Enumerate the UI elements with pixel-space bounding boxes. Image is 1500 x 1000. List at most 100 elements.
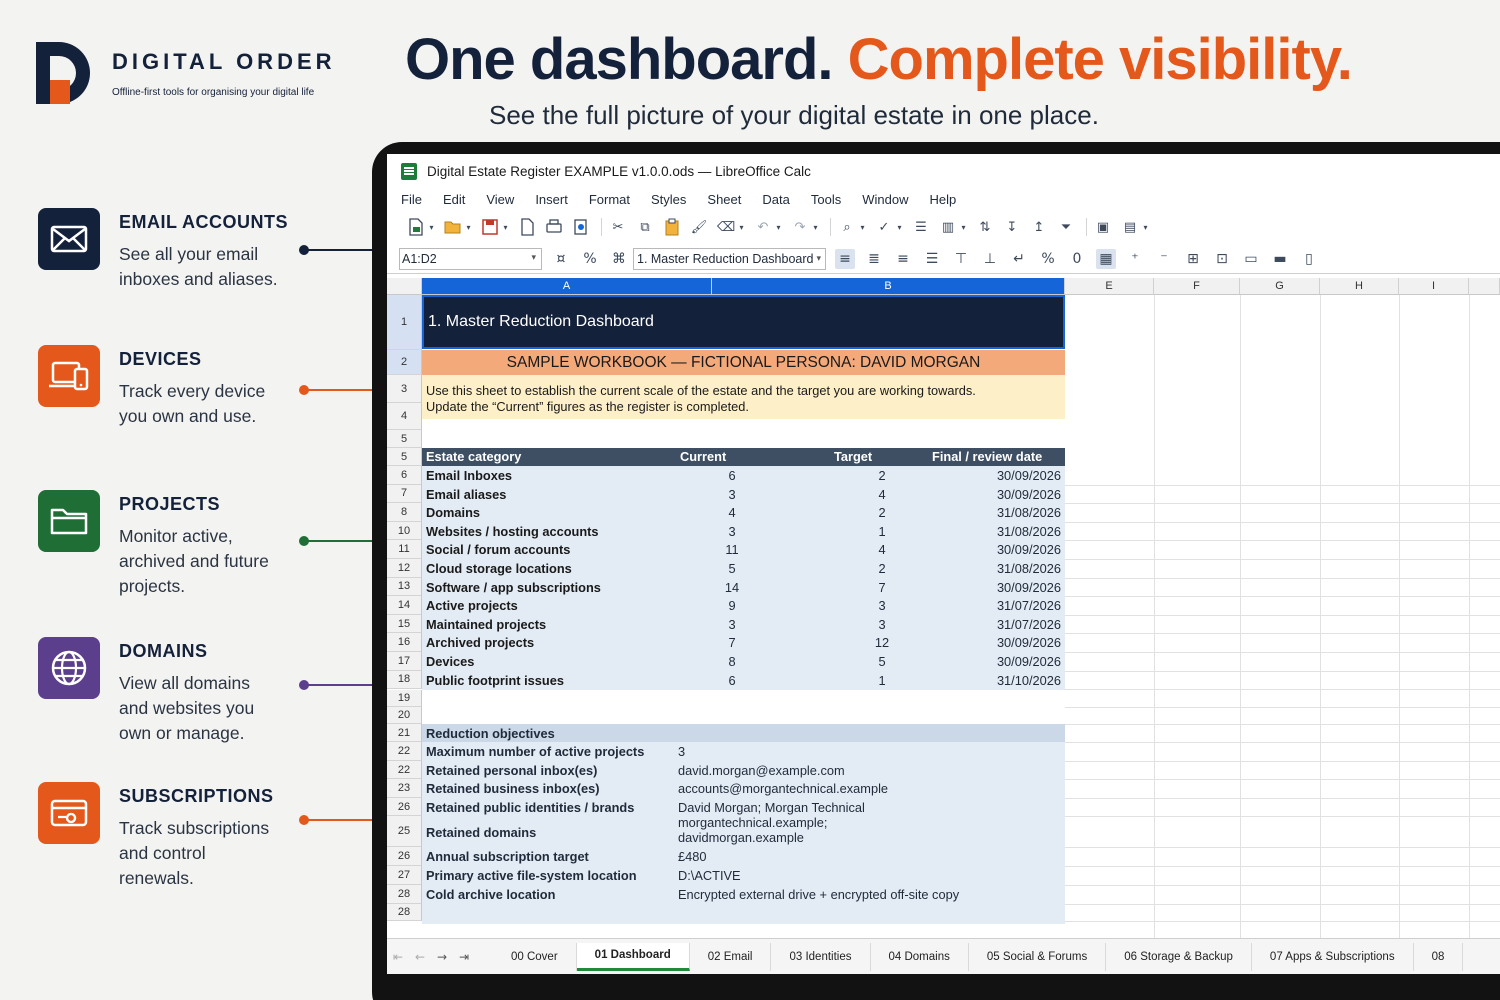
objective-label[interactable]: Retained public identities / brands xyxy=(426,800,634,815)
sheet-tab[interactable]: 07 Apps & Subscriptions xyxy=(1252,942,1414,971)
table-cell[interactable]: 7 xyxy=(862,580,902,595)
objective-value[interactable]: david.morgan@example.com xyxy=(678,763,845,778)
chart-icon[interactable]: ▤ xyxy=(1121,218,1139,236)
menu-tools[interactable]: Tools xyxy=(811,192,841,207)
chevron-down-icon[interactable]: ▾ xyxy=(775,218,782,236)
objective-row[interactable]: Maximum number of active projects 3 xyxy=(387,742,1065,761)
chevron-down-icon[interactable]: ▾ xyxy=(812,218,819,236)
row-icon[interactable]: ☰ xyxy=(912,218,930,236)
save-icon[interactable] xyxy=(481,218,499,236)
row-header[interactable]: 19 xyxy=(387,690,422,707)
next-sheet-icon[interactable]: → xyxy=(431,950,453,964)
instructions-cell[interactable]: Use this sheet to establish the current … xyxy=(422,375,1065,419)
table-cell[interactable]: 31/07/2026 xyxy=(977,617,1061,632)
objective-label[interactable]: Primary active file-system location xyxy=(426,868,637,883)
new-icon[interactable] xyxy=(407,218,425,236)
table-cell[interactable]: 30/09/2026 xyxy=(977,635,1061,650)
table-cell[interactable]: 31/08/2026 xyxy=(977,561,1061,576)
table-row[interactable]: Archived projects 7 12 30/09/2026 xyxy=(422,633,1065,652)
merge-cells-icon[interactable]: ⊞ xyxy=(1183,249,1203,269)
table-row[interactable]: Active projects 9 3 31/07/2026 xyxy=(422,596,1065,615)
objective-label[interactable]: Cold archive location xyxy=(426,887,555,902)
table-cell[interactable]: 2 xyxy=(862,561,902,576)
row-header[interactable]: 7 xyxy=(387,484,422,504)
chevron-down-icon[interactable]: ▾ xyxy=(896,218,903,236)
sort-icon[interactable]: ⇅ xyxy=(976,218,994,236)
chevron-down-icon[interactable]: ▾ xyxy=(859,218,866,236)
row-header[interactable]: 3 xyxy=(387,375,422,403)
chevron-down-icon[interactable]: ▾ xyxy=(960,218,967,236)
align-top-icon[interactable]: ⊤ xyxy=(951,249,971,269)
copy-icon[interactable]: ⧉ xyxy=(636,218,654,236)
autofilter-icon[interactable]: ⏷ xyxy=(1057,218,1075,236)
objective-label[interactable]: Retained domains xyxy=(426,825,536,840)
chevron-down-icon[interactable]: ▾ xyxy=(465,218,472,236)
table-cell[interactable]: 3 xyxy=(712,524,752,539)
sheet-tab[interactable]: 00 Cover xyxy=(493,942,577,971)
table-cell[interactable]: 7 xyxy=(712,635,752,650)
currency-format-icon[interactable]: ¤ xyxy=(551,249,571,269)
background-color-icon[interactable]: ▬ xyxy=(1270,249,1290,269)
dashboard-title-cell[interactable]: 1. Master Reduction Dashboard xyxy=(422,295,1065,349)
row-header[interactable]: 16 xyxy=(387,633,422,652)
table-cell[interactable]: 2 xyxy=(862,468,902,483)
column-icon[interactable]: ▥ xyxy=(939,218,957,236)
table-cell[interactable]: 4 xyxy=(862,542,902,557)
print-icon[interactable] xyxy=(545,218,563,236)
column-header[interactable]: F xyxy=(1154,278,1240,295)
row-header[interactable]: 8 xyxy=(387,503,422,522)
chevron-down-icon[interactable]: ▾ xyxy=(502,218,509,236)
table-cell[interactable]: Devices xyxy=(426,654,474,669)
menu-help[interactable]: Help xyxy=(929,192,956,207)
objective-value[interactable]: Encrypted external drive + encrypted off… xyxy=(678,887,959,902)
menu-edit[interactable]: Edit xyxy=(443,192,465,207)
persona-banner-cell[interactable]: SAMPLE WORKBOOK — FICTIONAL PERSONA: DAV… xyxy=(422,350,1065,375)
row-header[interactable]: 15 xyxy=(387,614,422,634)
menu-window[interactable]: Window xyxy=(862,192,908,207)
sheet-tab[interactable]: 03 Identities xyxy=(771,942,871,971)
row-header[interactable]: 4 xyxy=(387,403,422,430)
table-cell[interactable]: 31/08/2026 xyxy=(977,524,1061,539)
table-cell[interactable]: 3 xyxy=(862,598,902,613)
table-cell[interactable]: 5 xyxy=(712,561,752,576)
table-cell[interactable]: 6 xyxy=(712,673,752,688)
table-row[interactable]: Social / forum accounts 11 4 30/09/2026 xyxy=(422,540,1065,559)
percent-icon[interactable]: % xyxy=(1038,249,1058,269)
table-cell[interactable]: Maintained projects xyxy=(426,617,546,632)
table-cell[interactable]: 30/09/2026 xyxy=(977,468,1061,483)
paragraph-style-select[interactable]: 1. Master Reduction Dashboard ▾ xyxy=(633,247,826,270)
chevron-down-icon[interactable]: ▾ xyxy=(816,253,821,264)
table-row[interactable]: Cloud storage locations 5 2 31/08/2026 xyxy=(422,559,1065,578)
table-cell[interactable]: Public footprint issues xyxy=(426,673,564,688)
row-header[interactable]: 28 xyxy=(387,904,422,921)
table-cell[interactable]: 3 xyxy=(862,617,902,632)
table-cell[interactable]: 14 xyxy=(712,580,752,595)
table-cell[interactable]: 9 xyxy=(712,598,752,613)
table-cell[interactable]: 2 xyxy=(862,505,902,520)
table-cell[interactable]: Domains xyxy=(426,505,480,520)
table-cell[interactable]: 3 xyxy=(712,617,752,632)
align-bottom-icon[interactable]: ⊥ xyxy=(980,249,1000,269)
chevron-down-icon[interactable]: ▾ xyxy=(428,218,435,236)
table-row[interactable]: Domains 4 2 31/08/2026 xyxy=(422,503,1065,522)
table-cell[interactable]: 11 xyxy=(712,542,752,557)
table-row[interactable]: Public footprint issues 6 1 31/10/2026 xyxy=(422,671,1065,690)
table-row[interactable]: Software / app subscriptions 14 7 30/09/202… xyxy=(422,578,1065,597)
open-icon[interactable] xyxy=(444,218,462,236)
sidebar-icon[interactable]: ▯ xyxy=(1299,249,1319,269)
column-header[interactable]: B xyxy=(712,278,1065,295)
objective-row[interactable]: Retained business inbox(es) accounts@morg… xyxy=(387,779,1065,798)
table-cell[interactable]: Cloud storage locations xyxy=(426,561,572,576)
table-row[interactable]: Devices 8 5 30/09/2026 xyxy=(422,652,1065,671)
name-box[interactable]: A1:D2 ▾ xyxy=(399,247,542,270)
table-row[interactable]: Maintained projects 3 3 31/07/2026 xyxy=(422,615,1065,634)
table-cell[interactable]: Archived projects xyxy=(426,635,534,650)
spreadsheet-grid[interactable]: A B E F G H I 1 2 3 4 5 5 6 7 8 10 11 12 13 14 1… xyxy=(387,278,1500,938)
table-cell[interactable]: 1 xyxy=(862,524,902,539)
objective-value[interactable]: D:\ACTIVE xyxy=(678,868,741,883)
table-cell[interactable]: 31/07/2026 xyxy=(977,598,1061,613)
row-header[interactable]: 21 xyxy=(387,724,422,742)
menu-insert[interactable]: Insert xyxy=(535,192,568,207)
row-header[interactable]: 12 xyxy=(387,559,422,578)
table-cell[interactable]: 31/08/2026 xyxy=(977,505,1061,520)
